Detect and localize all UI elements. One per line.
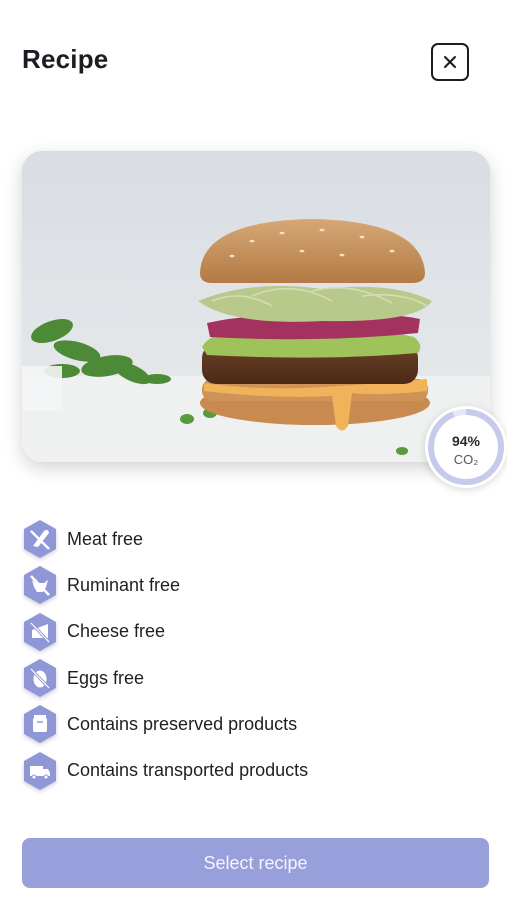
no-meat-icon [22,519,58,559]
attribute-ruminant-free: Ruminant free [22,562,482,608]
no-ruminant-icon [22,565,58,605]
preserved-icon [22,704,58,744]
no-cheese-icon [22,612,58,652]
attribute-label: Ruminant free [67,574,181,595]
no-egg-icon [22,658,58,698]
truck-icon [22,751,58,791]
attribute-label: Contains preserved products [67,713,298,734]
attribute-label: Contains transported products [67,760,309,781]
page-title: Recipe [22,44,109,74]
attribute-eggs-free: Eggs free [22,655,482,701]
attribute-label: Cheese free [67,621,166,642]
attribute-transported: Contains transported products [22,747,482,793]
co2-reduction-badge: 94% CO₂ [425,406,507,488]
attribute-meat-free: Meat free [22,516,482,562]
recipe-image [22,151,490,462]
attribute-preserved: Contains preserved products [22,701,482,747]
co2-percent: 94% [451,433,481,449]
select-recipe-button[interactable]: Select recipe [22,838,489,888]
co2-label: CO₂ [453,452,479,467]
close-icon [444,56,456,68]
recipe-attributes-list: Meat free Ruminant free Cheese free Eggs… [22,516,482,794]
attribute-label: Meat free [67,528,144,549]
close-button[interactable] [431,43,469,81]
attribute-cheese-free: Cheese free [22,609,482,655]
attribute-label: Eggs free [67,667,145,688]
